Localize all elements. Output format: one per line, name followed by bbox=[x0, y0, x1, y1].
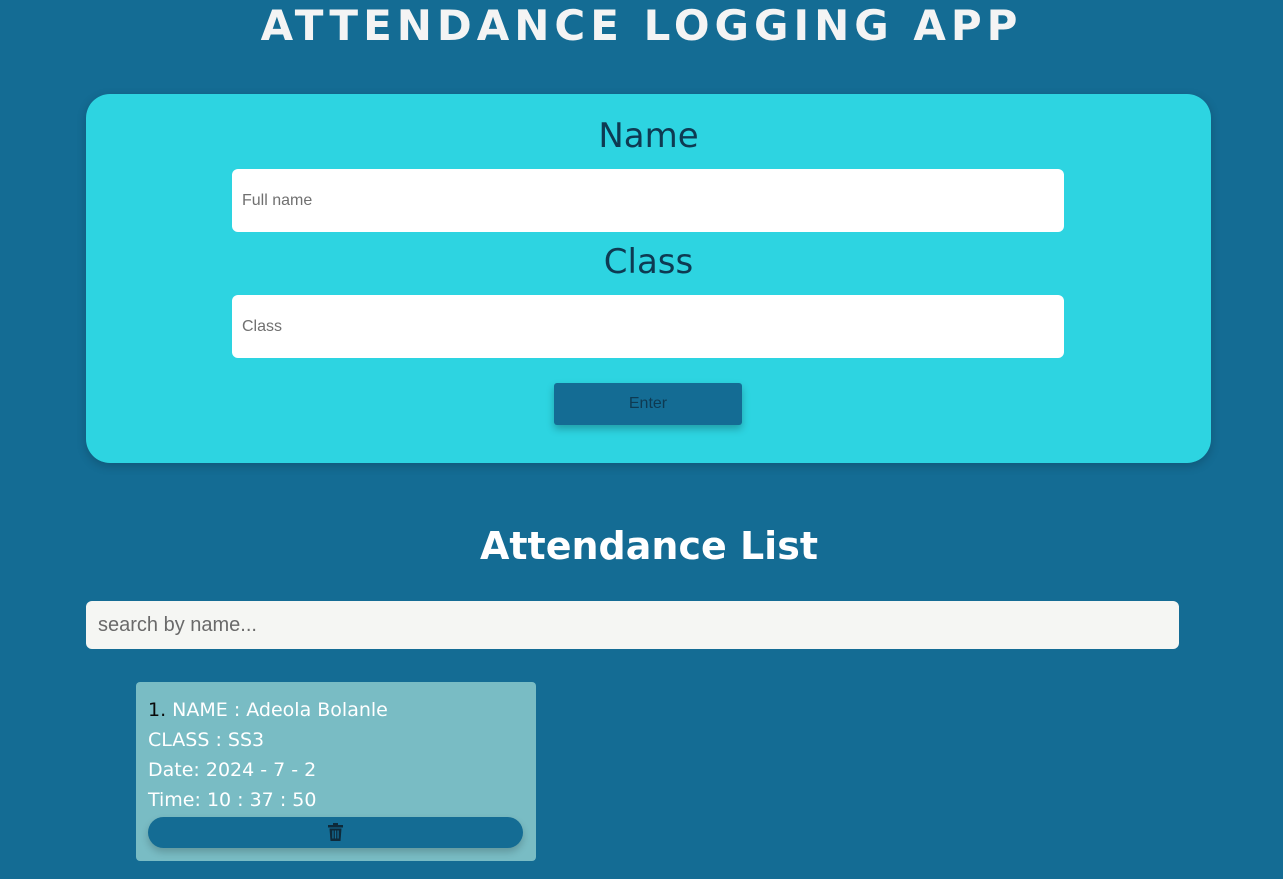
attendance-form: Name Class Enter bbox=[86, 94, 1211, 463]
entry-name: NAME : Adeola Bolanle bbox=[166, 699, 388, 721]
class-label: Class bbox=[603, 242, 694, 282]
full-name-input[interactable] bbox=[232, 169, 1064, 232]
entry-class: CLASS : SS3 bbox=[148, 729, 265, 751]
class-input[interactable] bbox=[232, 295, 1064, 358]
entry-number: 1. bbox=[148, 699, 167, 721]
entry-time: Time: 10 : 37 : 50 bbox=[148, 789, 317, 811]
entry-name-line: 1. NAME : Adeola Bolanle bbox=[148, 695, 388, 725]
app-title: ATTENDANCE LOGGING APP bbox=[260, 1, 1023, 50]
trash-icon bbox=[328, 823, 343, 841]
search-input[interactable] bbox=[86, 601, 1179, 649]
name-label: Name bbox=[598, 116, 699, 156]
delete-entry-button[interactable] bbox=[148, 817, 523, 848]
attendance-list-title: Attendance List bbox=[479, 524, 818, 568]
entry-date: Date: 2024 - 7 - 2 bbox=[148, 759, 317, 781]
attendance-entry: 1. NAME : Adeola Bolanle CLASS : SS3 Dat… bbox=[136, 682, 536, 861]
enter-button[interactable]: Enter bbox=[554, 383, 742, 425]
